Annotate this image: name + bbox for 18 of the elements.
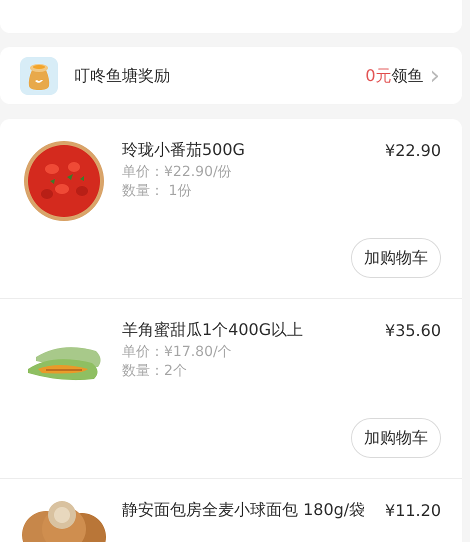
reward-amount: 0元 bbox=[365, 64, 392, 86]
chevron-icon: › bbox=[430, 62, 440, 88]
unit-price: 单价：¥22.90/份 bbox=[122, 163, 233, 182]
add-to-cart-button[interactable]: 加购物车 bbox=[351, 238, 441, 278]
reward-action: 领鱼 bbox=[392, 64, 424, 86]
product-name: 静安面包房全麦小球面包 180g/袋 bbox=[122, 499, 366, 521]
product-price: ¥35.60 bbox=[385, 320, 441, 342]
quantity: 数量：2个 bbox=[122, 362, 188, 381]
product-price: ¥22.90 bbox=[385, 140, 441, 162]
product-name: 羊角蜜甜瓜1个400G以上 bbox=[122, 319, 304, 341]
reward-title: 叮咚鱼塘奖励 bbox=[74, 64, 171, 86]
product-price: ¥11.20 bbox=[385, 500, 441, 522]
quantity: 数量： 1份 bbox=[122, 182, 192, 201]
sack-icon bbox=[20, 56, 58, 94]
add-to-cart-button[interactable]: 加购物车 bbox=[351, 418, 441, 458]
reward-card[interactable]: 叮咚鱼塘奖励 0元领鱼 › bbox=[0, 47, 462, 104]
unit-price: 单价：¥17.80/个 bbox=[122, 343, 233, 362]
product-name: 玲珑小番茄500G bbox=[122, 139, 245, 161]
